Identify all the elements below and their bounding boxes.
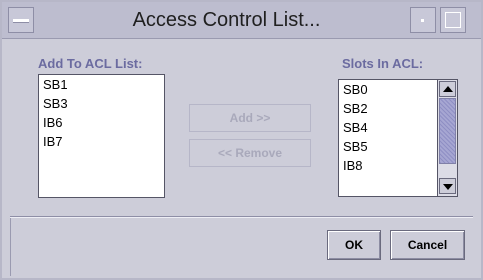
title-bar[interactable]: Access Control List... <box>2 2 481 39</box>
add-to-acl-list[interactable]: SB1 SB3 IB6 IB7 <box>38 74 165 198</box>
scroll-thumb[interactable] <box>439 98 456 164</box>
window-title: Access Control List... <box>132 9 321 31</box>
scroll-down-button[interactable] <box>439 178 456 194</box>
minimize-icon <box>421 19 424 22</box>
ok-button[interactable]: OK <box>327 230 381 260</box>
list-item[interactable]: SB1 <box>39 75 164 94</box>
add-list-label: Add To ACL List: <box>38 56 143 71</box>
minimize-button[interactable] <box>410 7 436 33</box>
acl-list-scrollbar[interactable] <box>437 80 457 196</box>
frame-edge-left <box>10 218 11 276</box>
cancel-button[interactable]: Cancel <box>390 230 465 260</box>
list-item[interactable]: IB6 <box>39 113 164 132</box>
maximize-icon <box>445 12 461 28</box>
list-item[interactable]: IB7 <box>39 132 164 151</box>
window-menu-icon <box>13 19 29 23</box>
acl-list-label: Slots In ACL: <box>342 56 424 71</box>
arrow-down-icon <box>443 184 453 190</box>
maximize-button[interactable] <box>440 7 466 33</box>
add-button[interactable]: Add >> <box>189 104 311 132</box>
scroll-up-button[interactable] <box>439 81 456 97</box>
remove-button[interactable]: << Remove <box>189 139 311 167</box>
acl-dialog-window: Access Control List... Add To ACL List: … <box>0 0 483 280</box>
arrow-up-icon <box>443 86 453 92</box>
list-item[interactable]: SB3 <box>39 94 164 113</box>
button-area-divider <box>10 216 473 218</box>
window-menu-button[interactable] <box>8 7 34 33</box>
